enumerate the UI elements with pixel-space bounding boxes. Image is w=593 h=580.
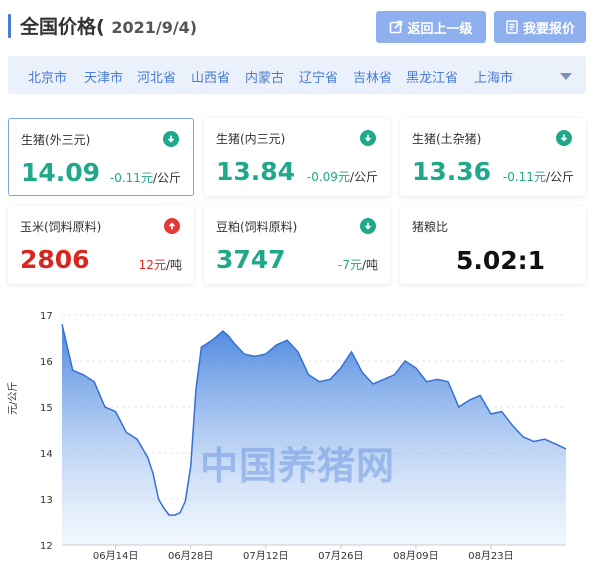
down-arrow-circle-icon [556,130,572,146]
back-button-label: 返回上一级 [407,21,473,37]
x-tick-label: 07月12日 [243,550,288,562]
report-price-button[interactable]: 我要报价 [494,11,586,43]
document-icon [506,20,518,34]
y-tick-label: 12 [40,541,53,552]
card-delta: -7元 [337,258,362,272]
page-header: 全国价格( 2021/9/4) 返回上一级 我要报价 [0,0,593,52]
card-price: 13.36 [412,157,492,186]
region-tab[interactable]: 吉林省 [353,67,392,86]
card-name: 豆粕(饲料原料) [216,220,298,234]
card-delta: 12元 [138,258,166,272]
card-unit: /公斤 [349,170,378,184]
card-name: 生猪(土杂猪) [412,132,482,146]
down-arrow-circle-icon [163,131,179,147]
back-button[interactable]: 返回上一级 [376,11,486,43]
x-tick-label: 08月09日 [393,550,438,562]
card-unit: /吨 [165,258,182,272]
down-arrow-circle-icon [360,218,376,234]
card-unit: /公斤 [152,171,181,185]
card-price: 3747 [216,245,286,274]
title-text: 全国价格( [20,16,105,38]
card-price: 14.09 [21,158,101,187]
x-tick-label: 06月28日 [168,550,213,562]
price-card-pig-outer[interactable]: 生猪(外三元) 14.09 -0.11元/公斤 [8,118,194,196]
card-delta: -0.09元 [306,170,350,184]
title-date: 2021/9/4) [111,18,198,37]
card-change: -0.11元/公斤 [110,169,181,186]
report-button-label: 我要报价 [522,21,575,37]
card-name: 玉米(饲料原料) [20,220,102,234]
card-unit: /吨 [361,258,378,272]
card-change: -0.09元/公斤 [307,168,378,185]
x-tick-label: 07月26日 [318,550,363,562]
y-tick-label: 17 [40,311,53,322]
x-tick-label: 06月14日 [93,550,138,562]
region-tab[interactable]: 河北省 [137,67,176,86]
region-tab[interactable]: 内蒙古 [245,67,284,86]
card-ratio: 5.02:1 [456,246,546,275]
price-card-soymeal[interactable]: 豆粕(饲料原料) 3747 -7元/吨 [204,206,390,284]
region-tab[interactable]: 北京市 [28,67,67,86]
card-change: -7元/吨 [338,256,378,273]
external-link-icon [390,20,403,34]
price-card-pig-local[interactable]: 生猪(土杂猪) 13.36 -0.11元/公斤 [400,118,586,196]
caret-down-icon[interactable] [560,73,572,80]
price-card-pig-inner[interactable]: 生猪(内三元) 13.84 -0.09元/公斤 [204,118,390,196]
card-name: 生猪(外三元) [21,133,91,147]
price-card-pig-grain-ratio[interactable]: 猪粮比 5.02:1 [400,206,586,284]
card-delta: -0.11元 [109,171,153,185]
up-arrow-circle-icon [164,218,180,234]
card-change: 12元/吨 [139,256,182,273]
down-arrow-circle-icon [360,130,376,146]
region-tab[interactable]: 天津市 [84,67,123,86]
page-title: 全国价格( 2021/9/4) [20,12,197,39]
region-tab[interactable]: 辽宁省 [299,67,338,86]
region-tab[interactable]: 上海市 [474,67,513,86]
chart-y-axis-label: 元/公斤 [8,381,19,415]
y-tick-label: 13 [40,495,53,506]
card-price: 13.84 [216,157,296,186]
card-delta: -0.11元 [502,170,546,184]
x-tick-label: 08月23日 [468,550,513,562]
card-price: 2806 [20,245,90,274]
region-tab[interactable]: 黑龙江省 [406,67,458,86]
watermark-text: 中国养猪网 [200,444,396,488]
y-tick-label: 15 [40,403,53,414]
title-accent-bar [8,14,11,38]
card-name: 生猪(内三元) [216,132,286,146]
price-card-corn[interactable]: 玉米(饲料原料) 2806 12元/吨 [8,206,194,284]
card-change: -0.11元/公斤 [503,168,574,185]
region-tabs: 北京市 天津市 河北省 山西省 内蒙古 辽宁省 吉林省 黑龙江省 上海市 [8,56,586,94]
region-tab[interactable]: 山西省 [191,67,230,86]
y-tick-label: 16 [40,357,53,368]
y-tick-label: 14 [40,449,53,460]
card-unit: /公斤 [545,170,574,184]
card-name: 猪粮比 [412,220,449,234]
